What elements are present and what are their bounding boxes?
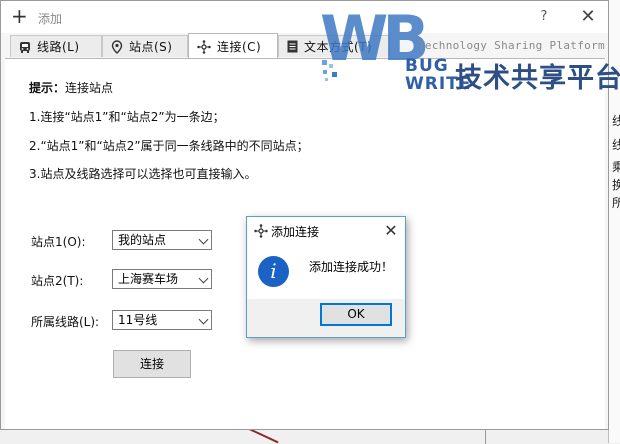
document-icon <box>287 40 298 53</box>
line-label: 所属线路(L): <box>31 315 100 329</box>
watermark-chinese: 技术共享平台 <box>455 63 620 94</box>
tab-label: 连接(C) <box>217 40 262 54</box>
success-dialog: 添加连接 ✕ i 添加连接成功！ OK <box>246 216 406 338</box>
bus-icon <box>19 41 31 53</box>
chevron-down-icon <box>198 273 209 284</box>
window-title: 添加 <box>38 12 63 26</box>
line-value: 11号线 <box>118 313 158 327</box>
dialog-body: i 添加连接成功！ <box>247 245 405 299</box>
watermark-bug: BUG <box>405 56 449 76</box>
tab-lines[interactable]: 线路(L) <box>10 35 102 57</box>
hint-text: 连接站点 <box>65 81 114 95</box>
ok-button[interactable]: OK <box>320 303 392 326</box>
tab-label: 站点(S) <box>129 40 173 54</box>
background-divider <box>485 430 506 444</box>
chevron-down-icon <box>198 314 209 325</box>
station1-value: 我的站点 <box>118 233 167 247</box>
connect-button[interactable]: 连接 <box>113 350 191 378</box>
network-node-icon <box>254 224 268 241</box>
station1-label: 站点1(O): <box>31 235 86 249</box>
background-text-fragment: 线 <box>612 138 620 152</box>
tab-connect[interactable]: 连接(C) <box>188 33 278 59</box>
hint-label: 提示： <box>29 81 66 95</box>
station2-value: 上海赛车场 <box>118 272 179 286</box>
background-text-fragment: 线 <box>612 114 620 128</box>
network-node-icon <box>197 39 211 54</box>
dialog-title-bar[interactable]: 添加连接 ✕ <box>247 217 405 245</box>
station2-label: 站点2(T): <box>31 274 84 288</box>
dialog-close-button[interactable]: ✕ <box>381 221 401 241</box>
dialog-message: 添加连接成功！ <box>309 260 394 274</box>
dialog-title: 添加连接 <box>271 225 320 239</box>
hint-line: 提示：连接站点 <box>29 79 113 96</box>
rule-text-2: 2.“站点1”和“站点2”属于同一条线路中的不同站点； <box>29 139 309 153</box>
background-text-fragment: 乘 <box>612 160 620 174</box>
watermark-tagline: Technology Sharing Platform <box>418 39 605 52</box>
station1-select[interactable]: 我的站点 <box>112 230 212 250</box>
tab-label: 线路(L) <box>37 40 80 54</box>
info-icon: i <box>258 256 289 287</box>
rule-text-1: 1.连接“站点1”和“站点2”为一条边； <box>29 110 225 124</box>
background-text-fragment: 所 <box>612 196 620 210</box>
chevron-down-icon <box>198 234 209 245</box>
watermark-logo: WB Technology Sharing Platform BUG WRITE… <box>320 8 620 98</box>
line-select[interactable]: 11号线 <box>112 310 212 330</box>
location-pin-icon <box>111 39 123 54</box>
tab-stations[interactable]: 站点(S) <box>102 35 188 57</box>
background-text-fragment: 换 <box>612 178 620 192</box>
station2-select[interactable]: 上海赛车场 <box>112 269 212 289</box>
rule-text-3: 3.站点及线路选择可以选择也可直接输入。 <box>29 167 257 181</box>
plus-icon: + <box>11 4 28 28</box>
